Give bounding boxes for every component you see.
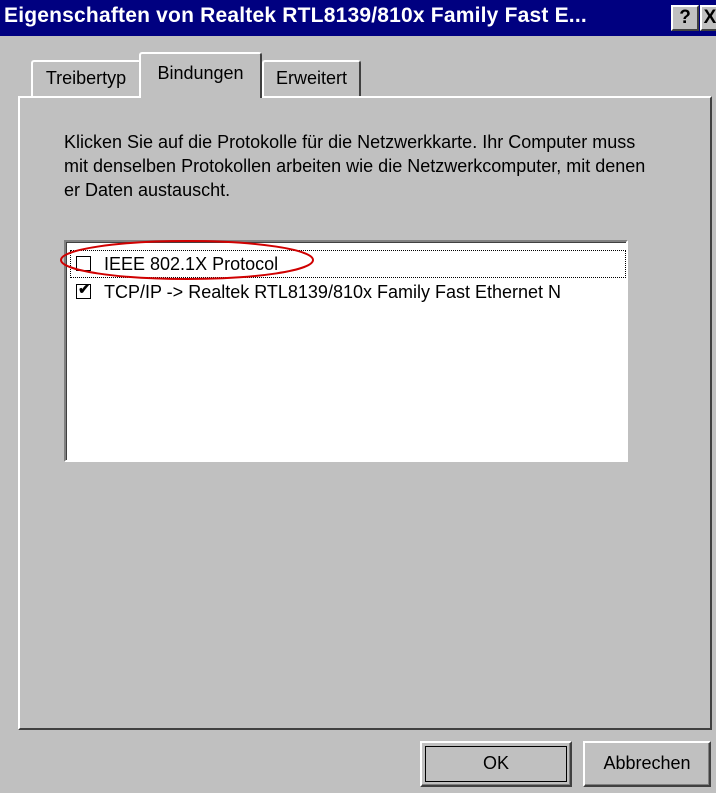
protocol-description: Klicken Sie auf die Protokolle für die N… bbox=[64, 132, 646, 200]
cancel-button[interactable]: Abbrechen bbox=[583, 741, 711, 787]
protocol-label: IEEE 802.1X Protocol bbox=[104, 254, 279, 274]
help-button[interactable]: ? bbox=[671, 5, 699, 31]
checkmark-icon: ✔ bbox=[78, 281, 91, 298]
tab-bindungen[interactable]: Bindungen bbox=[139, 52, 262, 98]
tab-treibertyp[interactable]: Treibertyp bbox=[31, 60, 141, 96]
window-title: Eigenschaften von Realtek RTL8139/810x F… bbox=[4, 4, 587, 27]
protocol-label: TCP/IP -> Realtek RTL8139/810x Family Fa… bbox=[104, 282, 562, 302]
title-bar[interactable]: Eigenschaften von Realtek RTL8139/810x F… bbox=[0, 0, 716, 36]
ok-button[interactable]: OK bbox=[420, 741, 572, 787]
protocol-item-tcpip[interactable]: ✔ TCP/IP -> Realtek RTL8139/810x Family … bbox=[70, 278, 626, 306]
tab-erweitert[interactable]: Erweitert bbox=[262, 60, 361, 96]
protocol-checkbox-tcpip[interactable]: ✔ bbox=[76, 281, 91, 299]
close-button[interactable]: X bbox=[700, 5, 716, 31]
protocol-checkbox-ieee-8021x[interactable] bbox=[76, 256, 91, 271]
protocol-listbox[interactable]: IEEE 802.1X Protocol ✔ TCP/IP -> Realtek… bbox=[64, 240, 628, 462]
protocol-item-ieee-8021x[interactable]: IEEE 802.1X Protocol bbox=[70, 250, 626, 278]
